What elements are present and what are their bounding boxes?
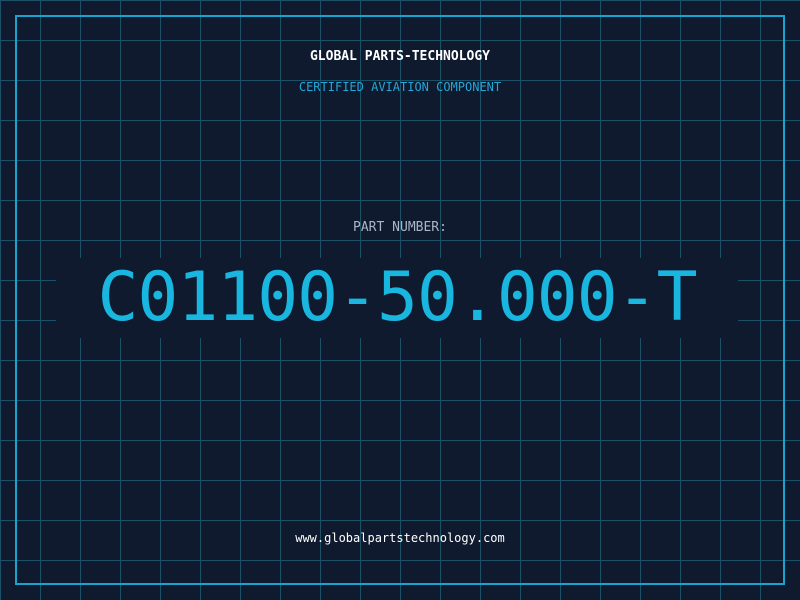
part-number-value: C01100-50.000-T (97, 258, 697, 337)
part-number-panel: C01100-50.000-T (56, 258, 738, 338)
part-number-label: PART NUMBER: (353, 220, 447, 235)
company-name: GLOBAL PARTS-TECHNOLOGY (309, 49, 490, 64)
certification-tagline: CERTIFIED AVIATION COMPONENT (298, 80, 502, 94)
website-url: www.globalpartstechnology.com (295, 531, 505, 545)
